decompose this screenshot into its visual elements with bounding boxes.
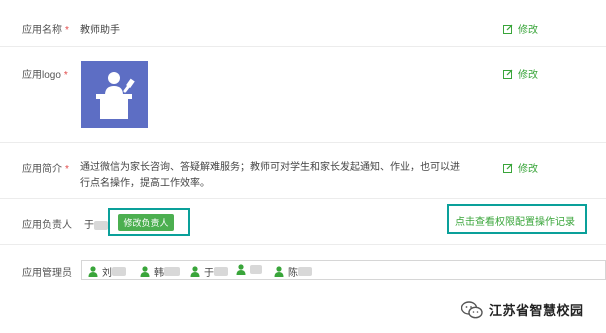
admin-name: 于 (204, 268, 214, 279)
edit-app-logo-button[interactable]: 修改 (503, 66, 538, 81)
divider (0, 46, 606, 47)
required-mark: * (63, 70, 68, 81)
app-owner-label: 应用负责人 (22, 220, 72, 231)
redacted-name (94, 220, 108, 230)
admin-tag[interactable]: 韩 (140, 264, 180, 279)
app-name-label-text: 应用名称 (22, 25, 62, 36)
admin-tag[interactable]: 刘 (88, 264, 126, 279)
edit-app-name-button[interactable]: 修改 (503, 21, 538, 36)
app-name-label: 应用名称 * (22, 21, 69, 36)
app-intro-label-text: 应用简介 (22, 164, 62, 175)
watermark: 江苏省智慧校园 (461, 300, 584, 319)
app-owner-name: 于 (84, 216, 108, 231)
divider (0, 142, 606, 143)
watermark-text: 江苏省智慧校园 (489, 303, 584, 318)
edit-label: 修改 (518, 25, 538, 36)
redacted-name (250, 265, 262, 274)
required-mark: * (65, 164, 69, 175)
admin-name: 刘 (102, 268, 112, 279)
wechat-icon (461, 300, 483, 318)
user-icon (236, 264, 246, 275)
redacted-name (298, 267, 312, 276)
user-icon (88, 266, 98, 277)
permission-log-link[interactable]: 点击查看权限配置操作记录 (455, 213, 575, 228)
divider (0, 198, 606, 199)
edit-icon (503, 163, 513, 173)
edit-app-intro-button[interactable]: 修改 (503, 160, 538, 175)
user-icon (190, 266, 200, 277)
admin-name: 陈 (288, 268, 298, 279)
divider (0, 244, 606, 245)
app-admins-label: 应用管理员 (22, 268, 72, 279)
redacted-name (214, 267, 228, 276)
app-logo-label-text: 应用logo (22, 70, 61, 81)
owner-name-prefix: 于 (84, 220, 94, 231)
change-owner-button[interactable]: 修改负责人 (118, 214, 174, 231)
admins-list[interactable]: 刘 韩 于 陈 (81, 260, 606, 280)
app-logo-image[interactable] (81, 61, 148, 128)
admin-name: 韩 (154, 268, 164, 279)
edit-icon (503, 69, 513, 79)
edit-label: 修改 (518, 70, 538, 81)
redacted-name (112, 267, 126, 276)
required-mark: * (65, 25, 69, 36)
app-name-value: 教师助手 (80, 25, 120, 36)
app-intro-label: 应用简介 * (22, 160, 69, 175)
redacted-name (164, 267, 180, 276)
user-icon (140, 266, 150, 277)
edit-label: 修改 (518, 164, 538, 175)
user-icon (274, 266, 284, 277)
admin-tag[interactable]: 陈 (274, 264, 312, 279)
teacher-at-lectern-icon (96, 72, 135, 119)
app-intro-value: 通过微信为家长咨询、答疑解难服务；教师可对学生和家长发起通知、作业，也可以进行点… (80, 162, 460, 189)
app-logo-label: 应用logo * (22, 66, 68, 81)
admin-tag[interactable]: 于 (190, 264, 228, 279)
admin-tag[interactable] (236, 264, 262, 275)
edit-icon (503, 24, 513, 34)
